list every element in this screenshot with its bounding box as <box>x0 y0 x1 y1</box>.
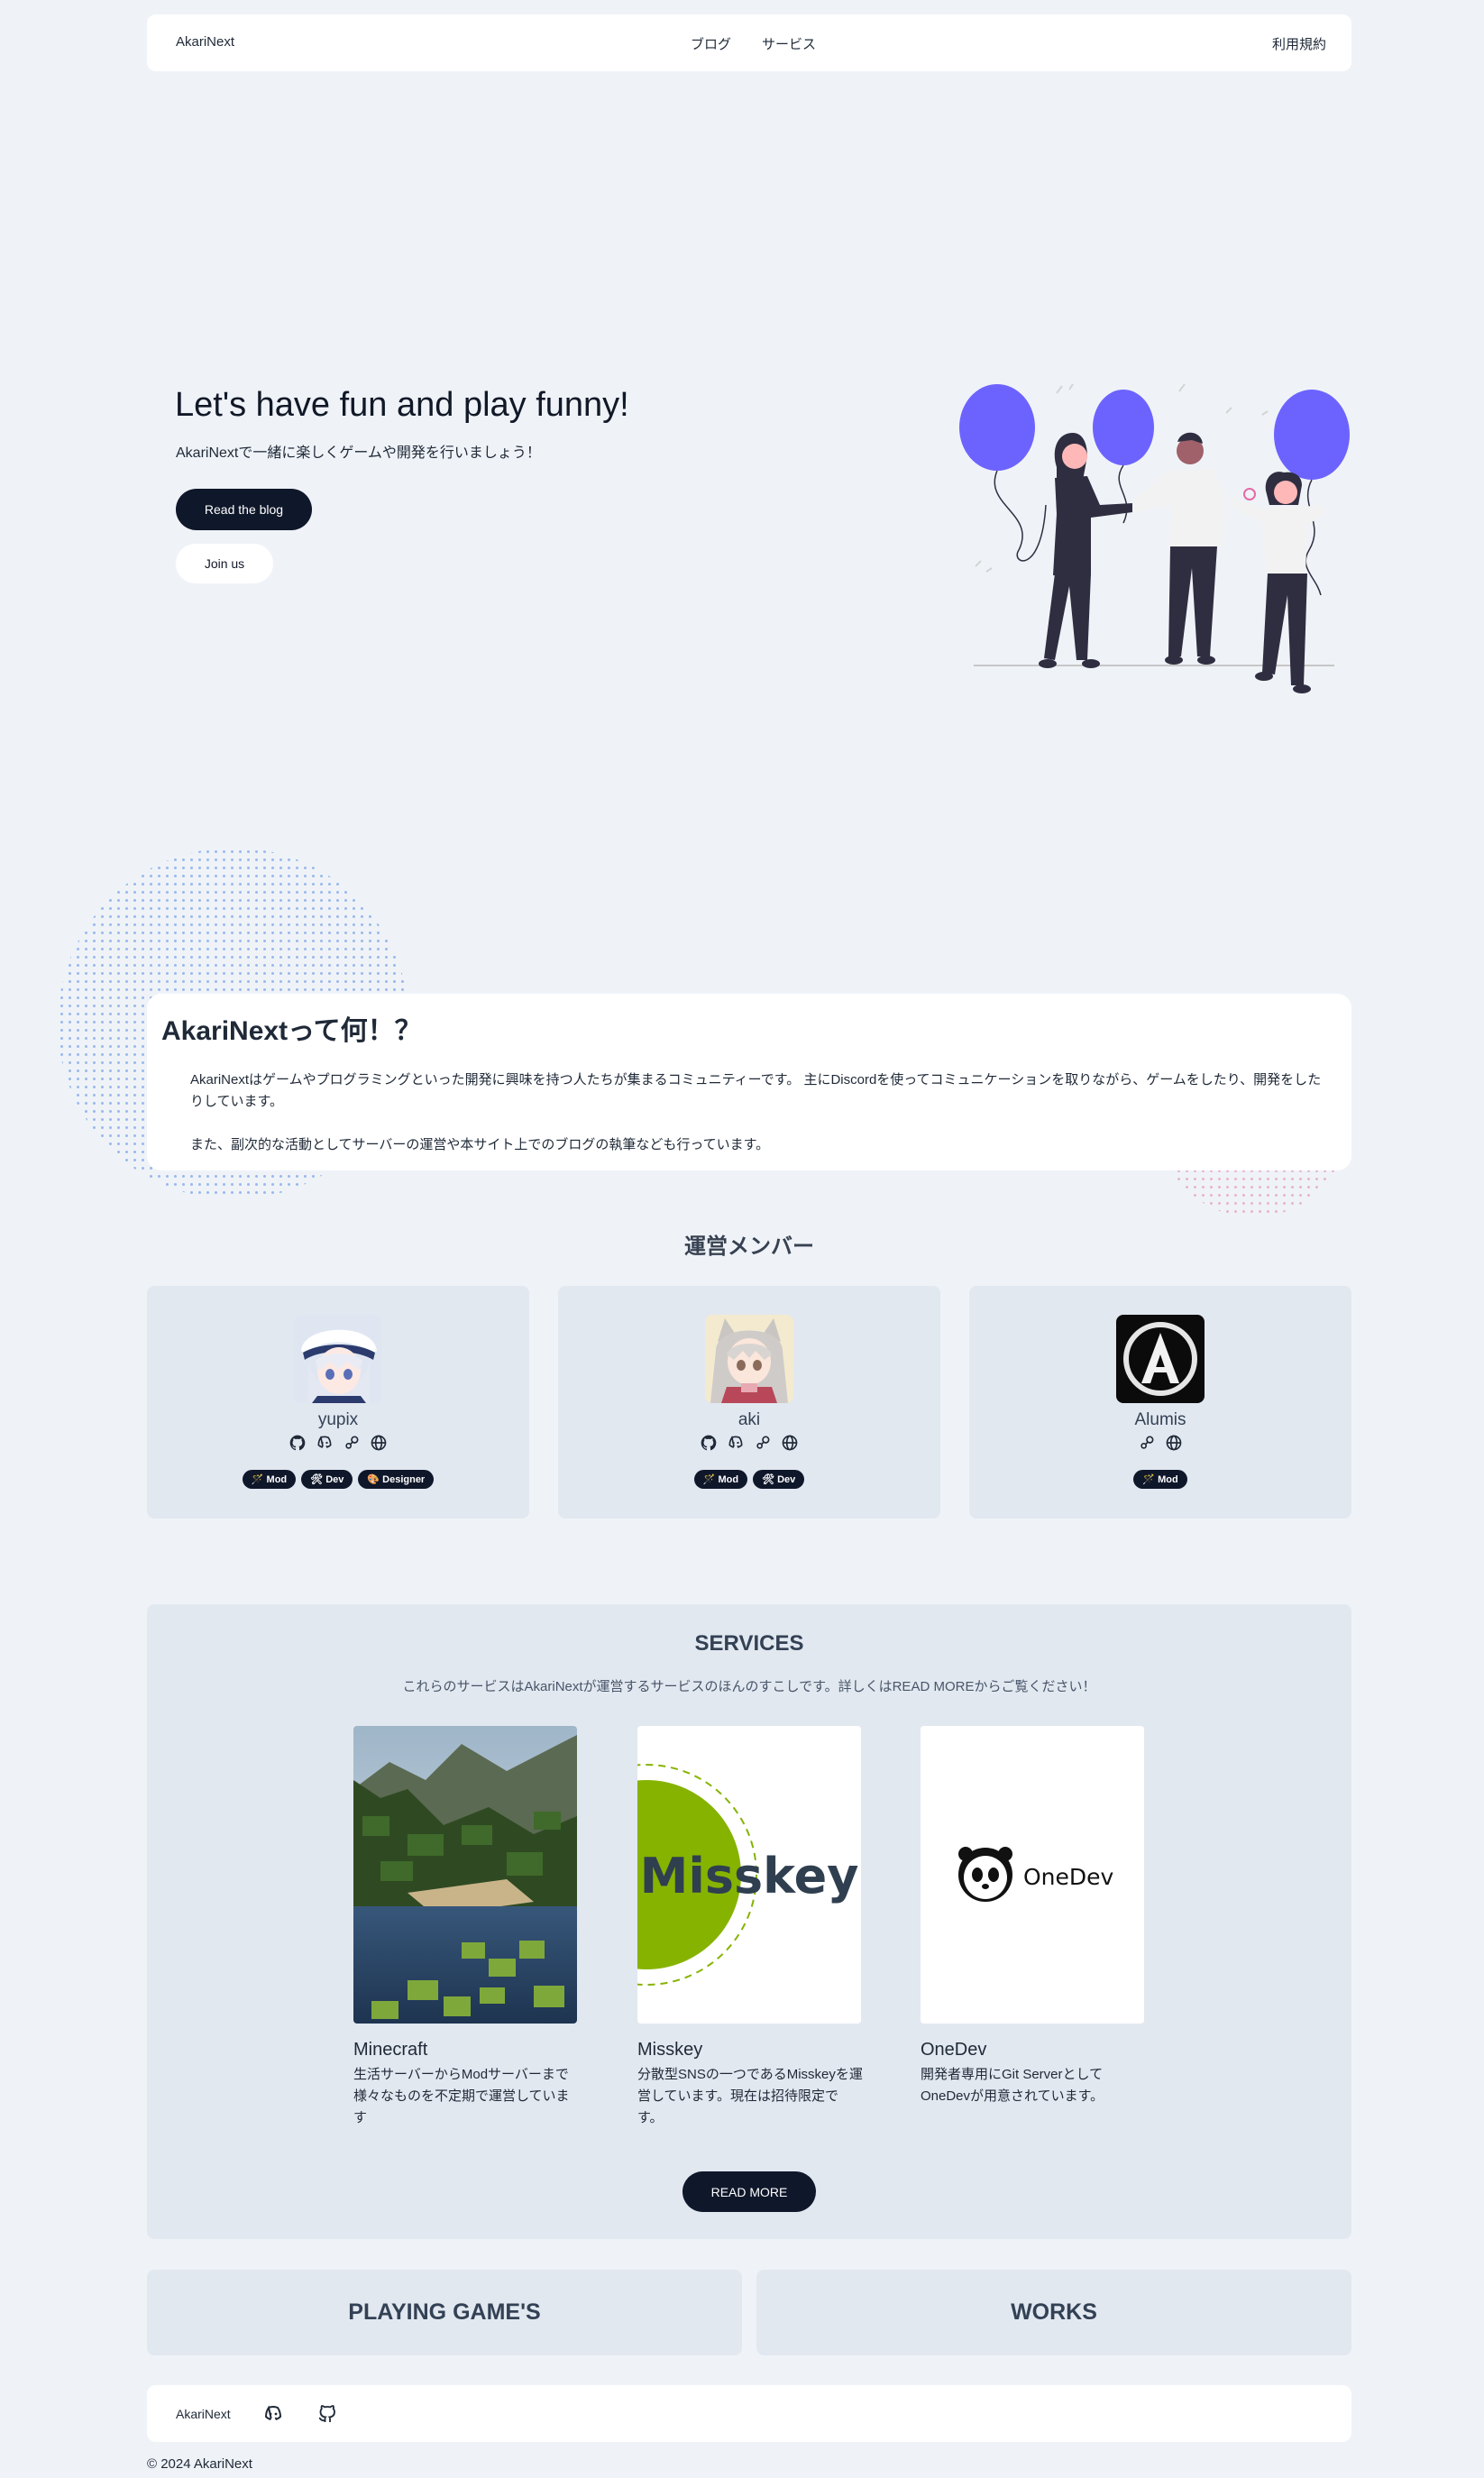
service-desc-onedev: 開発者専用にGit Serverとして OneDevが用意されています。 <box>921 2067 1104 2104</box>
discord-icon[interactable] <box>727 1434 745 1452</box>
person-left <box>1039 433 1132 668</box>
service-desc-minecraft: 生活サーバーからModサーバーまで様々なものを不定期で運営しています <box>353 2067 570 2125</box>
nav-link-terms[interactable]: 利用規約 <box>1272 34 1326 53</box>
avatar <box>294 1315 382 1403</box>
nav-link-blog[interactable]: ブログ <box>691 34 731 53</box>
about-title: AkariNextって何！？ <box>161 1016 422 1046</box>
hero-title: Let's have fun and play funny! <box>175 386 629 424</box>
panda-icon <box>958 1847 1012 1902</box>
avatar <box>1116 1315 1205 1403</box>
person-middle <box>1132 432 1226 665</box>
join-us-button[interactable]: Join us <box>176 544 273 583</box>
github-icon[interactable] <box>700 1434 718 1452</box>
copyright: © 2024 AkariNext <box>147 2456 252 2472</box>
services-title: SERVICES <box>694 1631 804 1656</box>
top-navbar: AkariNext ブログ サービス 利用規約 <box>147 14 1351 71</box>
member-card-yupix: yupix 🪄 Mod 🛠 Dev 🎨 Designer <box>147 1286 529 1519</box>
member-name: yupix <box>317 1410 359 1429</box>
nav-brand[interactable]: AkariNext <box>176 34 234 50</box>
works-tile[interactable]: WORKS <box>756 2270 1351 2355</box>
globe-icon[interactable] <box>1165 1434 1183 1452</box>
about-paragraph-1: AkariNextはゲームやプログラミングといった開発に興味を持つ人たちが集まる… <box>190 1072 1322 1109</box>
member-card-alumis: Alumis 🪄 Mod <box>969 1286 1351 1519</box>
member-name: Alumis <box>1134 1410 1186 1429</box>
read-blog-button[interactable]: Read the blog <box>176 489 312 530</box>
person-right <box>1230 472 1325 693</box>
badge-dev: 🛠 Dev <box>753 1470 805 1489</box>
read-more-button[interactable]: READ MORE <box>682 2171 816 2212</box>
globe-icon[interactable] <box>370 1434 388 1452</box>
member-name: aki <box>737 1410 761 1429</box>
about-card: AkariNextって何！？ AkariNextはゲームやプログラミングといった… <box>147 994 1351 1170</box>
balloon-left <box>959 384 1047 562</box>
steam-icon[interactable] <box>754 1434 772 1452</box>
minecraft-image[interactable] <box>353 1726 577 2024</box>
service-name-onedev: OneDev <box>921 2040 987 2060</box>
nav-link-services[interactable]: サービス <box>762 34 816 53</box>
discord-icon[interactable] <box>262 2403 284 2425</box>
misskey-image[interactable]: Misskey <box>637 1726 861 2024</box>
services-description: これらのサービスはAkariNextが運営するサービスのほんのすこしです。詳しく… <box>402 1679 1096 1694</box>
avatar <box>705 1315 793 1403</box>
github-icon[interactable] <box>289 1434 307 1452</box>
steam-icon[interactable] <box>1138 1434 1156 1452</box>
badge-mod: 🪄 Mod <box>242 1470 297 1489</box>
service-name-minecraft: Minecraft <box>353 2040 428 2060</box>
misskey-logo-text: Misskey <box>640 1848 859 1904</box>
service-desc-misskey: 分散型SNSの一つであるMisskeyを運営しています。現在は招待限定です。 <box>637 2067 863 2125</box>
badge-dev: 🛠 Dev <box>301 1470 353 1489</box>
discord-icon[interactable] <box>316 1434 334 1452</box>
onedev-logo-text: OneDev <box>1023 1864 1114 1890</box>
globe-icon[interactable] <box>781 1434 799 1452</box>
badge-mod: 🪄 Mod <box>693 1470 748 1489</box>
service-name-misskey: Misskey <box>637 2040 703 2060</box>
services-section: SERVICES これらのサービスはAkariNextが運営するサービスのほんの… <box>147 1604 1351 2239</box>
about-paragraph-2: また、副次的な活動としてサーバーの運営や本サイト上でのブログの執筆なども行ってい… <box>190 1137 770 1152</box>
people-with-balloons-illustration <box>959 383 1350 693</box>
github-icon[interactable] <box>316 2403 338 2425</box>
onedev-image[interactable]: OneDev <box>921 1726 1144 2024</box>
footer-bar: AkariNext <box>147 2385 1351 2442</box>
footer-brand[interactable]: AkariNext <box>176 2407 231 2421</box>
badge-designer: 🎨 Designer <box>358 1470 435 1489</box>
hero-subtitle: AkariNextで一緒に楽しくゲームや開発を行いましょう！ <box>176 445 541 461</box>
badge-mod: 🪄 Mod <box>1133 1470 1187 1489</box>
steam-icon[interactable] <box>343 1434 361 1452</box>
members-title: 運営メンバー <box>684 1234 814 1259</box>
playing-games-tile[interactable]: PLAYING GAME'S <box>147 2270 742 2355</box>
member-card-aki: aki 🪄 Mod 🛠 Dev <box>558 1286 940 1519</box>
